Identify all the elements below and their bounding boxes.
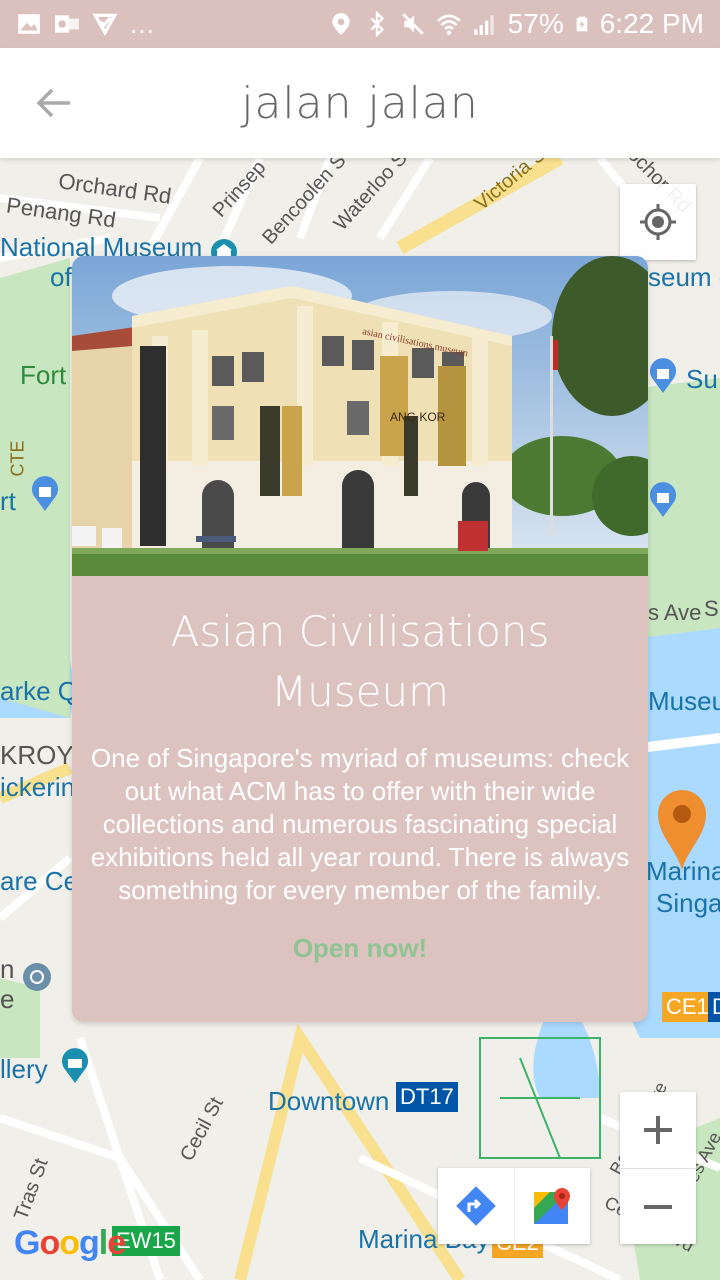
app-bar: jalan jalan [0,48,720,158]
location-icon [332,13,350,35]
page-title: jalan jalan [241,77,479,129]
map-label-ickerin: ickerin [0,772,76,802]
map-label-cte: CTE [7,440,28,477]
map-label-singa: Singa [656,888,720,918]
my-location-button[interactable] [620,184,696,260]
plus-icon [644,1116,672,1144]
clock: 6:22 PM [599,8,704,39]
crosshair-icon [640,204,676,240]
map-label-downtown: Downtown [268,1086,390,1116]
banner-text: ANG KOR [390,410,446,424]
status-bar: ... 57% 6:22 PM [0,0,720,48]
map-label-n: n [0,954,15,984]
museum-photo: ANG KOR asian civilisations museum [72,256,648,576]
minus-icon [644,1205,672,1209]
battery-percent: 57% [507,8,564,39]
mute-icon [401,13,424,35]
map-label-s-ave: s Ave [648,600,702,625]
battery-charging-icon [576,16,588,32]
arrow-left-icon[interactable] [34,83,74,123]
map-label-su: Su [686,364,718,394]
shopping-poi-icon[interactable] [30,476,60,512]
map-toolbar [438,1168,590,1244]
place-description: One of Singapore's myriad of museums: ch… [90,743,630,905]
map-label-are-ce: are Ce [0,866,79,896]
shopping-poi-icon[interactable] [648,358,678,394]
zoom-out-button[interactable] [620,1168,696,1245]
google-maps-icon [534,1188,571,1224]
map-label-museum-c: seum c [648,262,720,292]
directions-button[interactable] [438,1168,514,1244]
ferry-poi-icon[interactable] [22,962,52,992]
map-label-e: e [0,984,15,1014]
shopping-poi-icon[interactable] [648,482,678,518]
gallery-poi-icon[interactable] [60,1048,90,1084]
bluetooth-icon [370,11,384,37]
google-logo: Google [14,1224,126,1262]
mrt-badge-dt17: DT17 [396,1082,458,1112]
mrt-badge-d: D [708,992,720,1022]
map-label-museu: Museu [648,686,720,716]
tasks-icon [92,13,118,36]
map-label-national-museum-of: of [50,262,72,292]
signal-icon [473,15,494,35]
place-info-card[interactable]: ANG KOR asian civilisations museum Asian… [72,256,648,1022]
open-in-maps-button[interactable] [513,1168,591,1244]
map-label-fort: Fort [20,360,67,390]
museum-building-image: ANG KOR asian civilisations museum [72,256,648,576]
gallery-icon [18,14,40,34]
mrt-badge-ce1: CE1 [662,992,713,1022]
map-label-llery: llery [0,1054,48,1084]
outlook-icon [55,15,79,33]
zoom-in-button[interactable] [620,1092,696,1168]
map-label-s: S [704,596,719,621]
map-label-rt: rt [0,486,16,516]
place-title: Asian Civilisations Museum [170,607,550,716]
zoom-controls [620,1092,696,1244]
location-pin-icon[interactable] [656,788,708,872]
more-notifications: ... [130,8,155,39]
directions-icon [455,1186,496,1226]
open-status: Open now! [292,933,428,963]
wifi-icon [436,14,461,35]
